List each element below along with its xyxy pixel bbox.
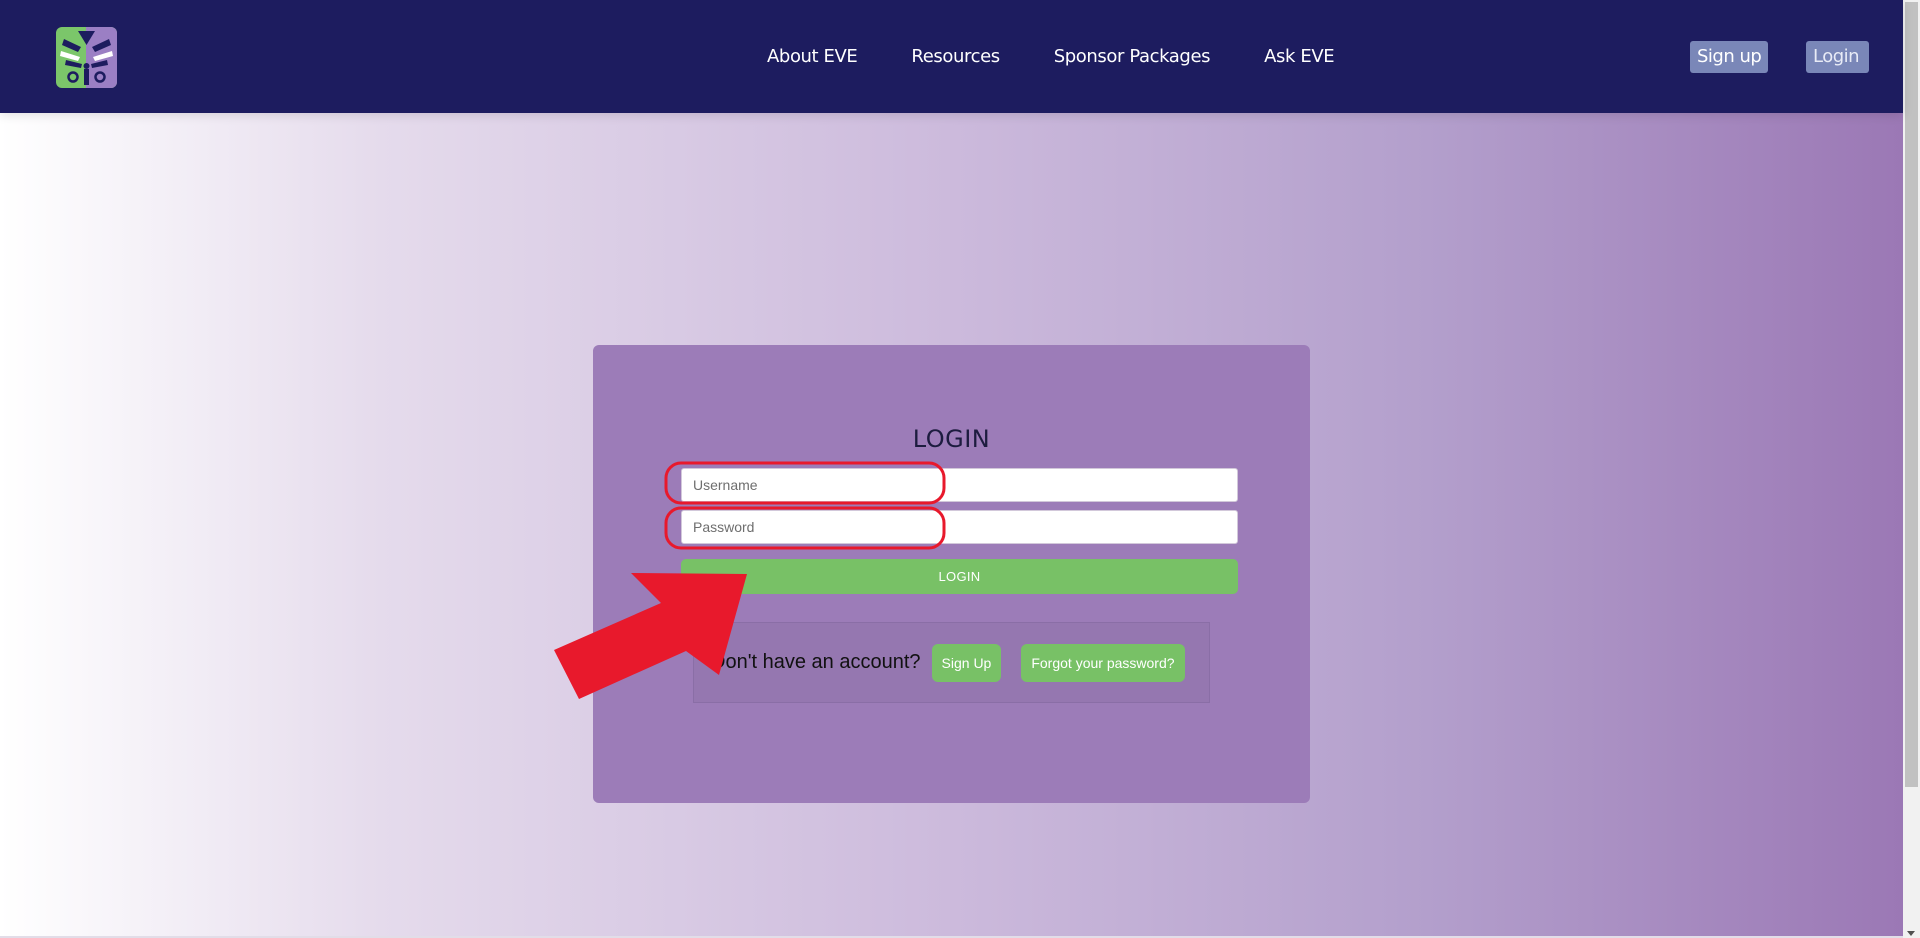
nav-link-sponsor-packages[interactable]: Sponsor Packages bbox=[1054, 46, 1211, 67]
scroll-down-arrow-icon[interactable] bbox=[1907, 931, 1915, 936]
nav-link-ask-eve[interactable]: Ask EVE bbox=[1264, 46, 1335, 67]
nav-login-button[interactable]: Login bbox=[1806, 41, 1869, 73]
login-title: LOGIN bbox=[912, 425, 991, 453]
no-account-text: Don't have an account? bbox=[711, 651, 921, 673]
eve-logo-icon[interactable] bbox=[56, 27, 117, 88]
scrollbar-thumb[interactable] bbox=[1905, 2, 1918, 787]
nav-link-resources[interactable]: Resources bbox=[911, 46, 1000, 67]
login-card: LOGIN LOGIN Don't have an account? Sign … bbox=[593, 345, 1310, 803]
login-submit-button[interactable]: LOGIN bbox=[681, 559, 1238, 594]
forgot-password-button[interactable]: Forgot your password? bbox=[1021, 643, 1185, 682]
username-input[interactable] bbox=[681, 468, 1238, 502]
top-navbar: About EVE Resources Sponsor Packages Ask… bbox=[0, 0, 1903, 113]
password-input[interactable] bbox=[681, 510, 1238, 544]
nav-signup-button[interactable]: Sign up bbox=[1690, 41, 1768, 73]
main-nav: About EVE Resources Sponsor Packages Ask… bbox=[767, 0, 1388, 113]
vertical-scrollbar[interactable] bbox=[1903, 0, 1920, 938]
nav-link-about-eve[interactable]: About EVE bbox=[767, 46, 858, 67]
sign-up-button[interactable]: Sign Up bbox=[931, 643, 1002, 682]
signup-prompt-box: Don't have an account? Sign Up Forgot yo… bbox=[693, 622, 1210, 703]
